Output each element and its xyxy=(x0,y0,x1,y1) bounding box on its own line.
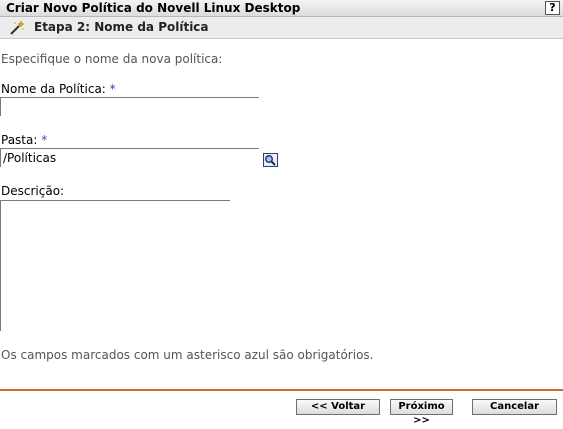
policy-name-label: Nome da Política: * xyxy=(1,82,116,96)
instructions-text: Especifique o nome da nova política: xyxy=(1,52,223,66)
wand-icon xyxy=(9,20,25,36)
title-bar: Criar Novo Política do Novell Linux Desk… xyxy=(0,0,563,17)
required-asterisk: * xyxy=(41,133,48,147)
step-title: Etapa 2: Nome da Política xyxy=(34,20,209,34)
policy-name-input[interactable] xyxy=(0,97,259,116)
cancel-button[interactable]: Cancelar xyxy=(472,399,557,415)
footer-divider xyxy=(0,389,563,391)
magnifier-icon xyxy=(264,154,277,166)
required-asterisk: * xyxy=(109,82,116,96)
policy-name-label-text: Nome da Política: xyxy=(1,82,106,96)
wizard-page: Criar Novo Política do Novell Linux Desk… xyxy=(0,0,563,429)
next-button[interactable]: Próximo >> xyxy=(390,399,453,426)
folder-input[interactable] xyxy=(0,148,259,167)
folder-label: Pasta: * xyxy=(1,133,47,147)
help-button[interactable]: ? xyxy=(545,1,560,15)
folder-label-text: Pasta: xyxy=(1,133,38,147)
folder-browse-button[interactable] xyxy=(263,153,278,167)
step-header: Etapa 2: Nome da Política xyxy=(0,17,563,39)
back-button[interactable]: << Voltar xyxy=(296,399,380,415)
required-fields-note: Os campos marcados com um asterisco azul… xyxy=(1,348,374,362)
window-title: Criar Novo Política do Novell Linux Desk… xyxy=(6,1,301,15)
description-textarea[interactable] xyxy=(0,200,230,331)
description-label: Descrição: xyxy=(1,184,65,198)
